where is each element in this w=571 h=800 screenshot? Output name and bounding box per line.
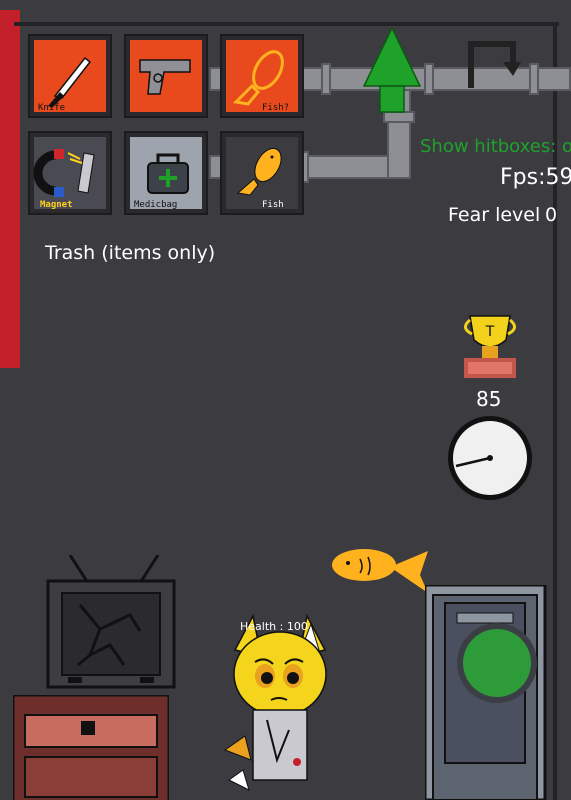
fear-level-label: Fear level — [448, 204, 541, 226]
timer-value: 85 — [476, 387, 502, 411]
gun-slot[interactable] — [124, 34, 208, 118]
tree-icon[interactable] — [360, 28, 424, 116]
trophy-icon[interactable]: T — [460, 310, 520, 382]
magnet-slot[interactable]: Magnet — [28, 131, 112, 215]
fish-slot[interactable]: Fish — [220, 131, 304, 215]
tv-icon[interactable] — [40, 555, 180, 695]
floating-fish[interactable] — [330, 545, 430, 597]
player-character[interactable]: Health : 100 — [215, 610, 345, 800]
trophy-letter: T — [485, 324, 495, 340]
medicbag-slot[interactable]: Medicbag — [124, 131, 208, 215]
slot-label: Knife — [38, 103, 66, 113]
pistol-icon — [130, 40, 202, 112]
fish-question-slot[interactable]: Fish? — [220, 34, 304, 118]
clock-icon — [448, 416, 532, 500]
knife-slot[interactable]: Knife — [28, 34, 112, 118]
door-icon[interactable] — [425, 585, 549, 800]
slot-label: Fish — [262, 200, 284, 210]
slot-label: Magnet — [40, 200, 73, 210]
trash-label[interactable]: Trash (items only) — [45, 242, 215, 264]
dresser-icon[interactable] — [13, 695, 169, 800]
fear-level-value: 0 — [545, 204, 558, 226]
fps-counter: Fps:59 — [500, 165, 571, 190]
restart-icon[interactable] — [465, 40, 521, 92]
game-scene: Knife Fish? Magnet Medicbag Fish Trash (… — [0, 0, 571, 800]
slot-label: Fish? — [262, 103, 290, 113]
health-label: Health : 100 — [240, 620, 308, 633]
hitboxes-toggle[interactable]: Show hitboxes: off — [420, 136, 571, 157]
slot-label: Medicbag — [134, 200, 178, 210]
